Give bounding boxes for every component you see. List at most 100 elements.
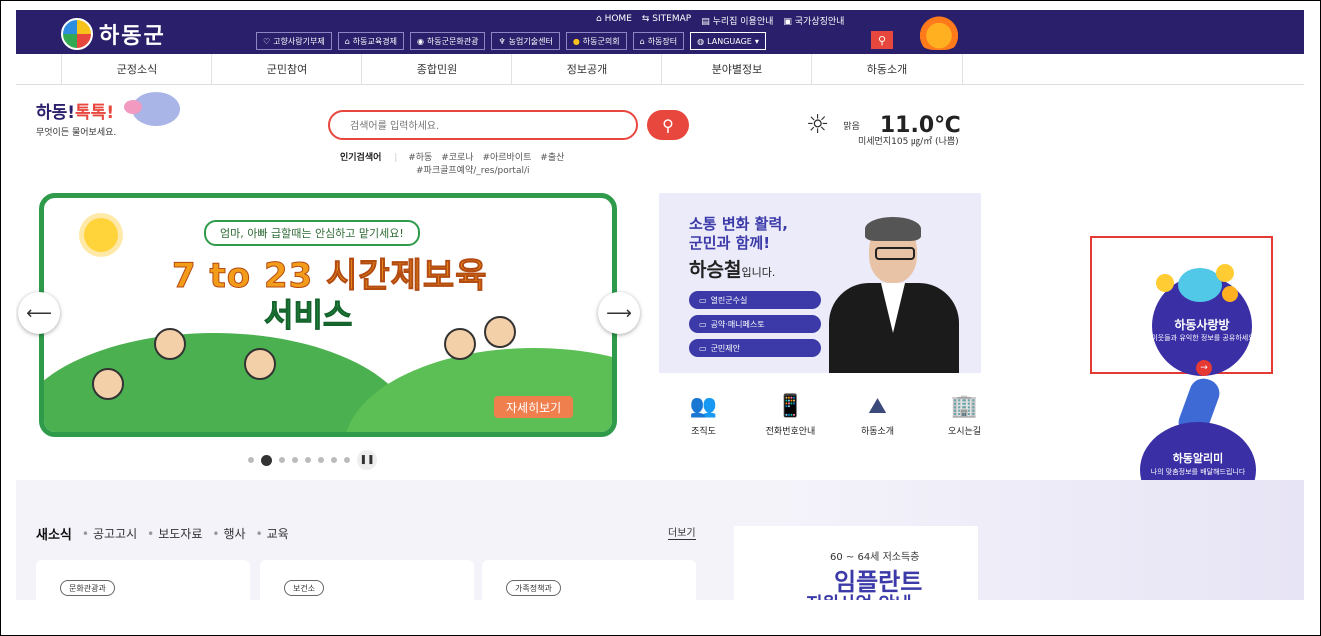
- news-card[interactable]: 보건소: [260, 560, 474, 600]
- department-badge: 보건소: [284, 580, 325, 596]
- logo-emblem-icon: [61, 18, 93, 50]
- alimi-subtitle: 나의 맞춤정보를 배달해드립니다: [1150, 468, 1246, 476]
- nav-item-news[interactable]: 군정소식: [61, 54, 212, 84]
- pagination-dot[interactable]: [248, 457, 254, 463]
- keyword-link[interactable]: #파크골프예약/_res/portal/i: [416, 163, 530, 176]
- pagination-dot[interactable]: [331, 457, 337, 463]
- pagination-dot[interactable]: [305, 457, 311, 463]
- banner-pagination: ❚❚: [248, 450, 377, 470]
- site-logo[interactable]: 하동군: [61, 18, 166, 50]
- keyword-link[interactable]: #하동: [408, 153, 432, 163]
- guide-link[interactable]: ▤ 누리집 이용안내: [701, 14, 773, 27]
- emoji-icon: [1222, 286, 1238, 302]
- tab-events[interactable]: 행사: [223, 525, 245, 542]
- popular-keywords: 인기검색어 | #하동 #코로나 #아르바이트 #출산: [340, 153, 565, 163]
- quick-link-council[interactable]: ● 하동군의회: [565, 32, 627, 50]
- nav-item-field-info[interactable]: 분야별정보: [661, 54, 812, 84]
- child-illustration: [92, 368, 124, 400]
- banner-title-2: 서비스: [263, 296, 353, 335]
- banner-subtitle: 60 ~ 64세 저소득층: [830, 552, 920, 563]
- pagination-dot-active[interactable]: [261, 454, 272, 466]
- directions-link[interactable]: 🏢 오시는길: [937, 394, 992, 437]
- keyword-link[interactable]: #코로나: [441, 153, 473, 163]
- mayor-slogan: 소통 변화 활력, 군민과 함께!: [689, 215, 788, 252]
- tab-news[interactable]: 새소식: [36, 524, 72, 543]
- tab-press[interactable]: 보도자료: [158, 525, 202, 542]
- implant-support-banner[interactable]: 60 ~ 64세 저소득층 임플란트 지원사업 안내: [734, 526, 978, 600]
- alimi-title: 하동알리미: [1172, 452, 1224, 465]
- banner-prev-button[interactable]: ⟵: [18, 292, 60, 334]
- main-navigation: 군정소식 군민참여 종합민원 정보공개 분야별정보 하동소개: [16, 54, 1304, 85]
- about-hadong-link[interactable]: ⛰ 하동소개: [850, 394, 905, 437]
- mayor-photo: [819, 217, 959, 373]
- nav-item-information[interactable]: 정보공개: [511, 54, 662, 84]
- talk-title: 하동!톡톡!: [36, 103, 115, 123]
- banner-more-button[interactable]: 자세히보기: [494, 396, 574, 418]
- weather-condition: 맑음: [843, 121, 860, 132]
- banner-title-2: 지원사업 안내: [806, 590, 912, 600]
- sarangbang-promo[interactable]: 하동사랑방 이웃들과 유익한 정보를 공유하세요 →: [1090, 236, 1273, 376]
- main-banner[interactable]: 엄마, 아빠 급할때는 안심하고 맡기세요! 7 to 23 시간제보육 서비스…: [39, 193, 617, 437]
- quick-link-hometown-donation[interactable]: ♡ 고향사랑기부제: [256, 32, 332, 50]
- child-illustration: [484, 316, 516, 348]
- org-chart-link[interactable]: 👥 조직도: [676, 394, 731, 437]
- tab-notices[interactable]: 공고고시: [93, 525, 137, 542]
- shop-icon: ⌂: [639, 36, 645, 46]
- quick-link-tourism[interactable]: ◉ 하동군문화관광: [409, 32, 486, 50]
- banner-tagline: 엄마, 아빠 급할때는 안심하고 맡기세요!: [204, 220, 420, 246]
- tab-education[interactable]: 교육: [267, 525, 289, 542]
- emoji-icon: [1216, 264, 1234, 282]
- phone-directory-link[interactable]: 📱 전화번호안내: [763, 394, 818, 437]
- child-illustration: [244, 348, 276, 380]
- mascot-logo: [916, 14, 962, 50]
- news-tabs: 새소식 • 공고고시 • 보도자료 • 행사 • 교육: [36, 524, 289, 544]
- arrow-right-icon[interactable]: →: [1196, 360, 1212, 376]
- sitemap-link[interactable]: ⇆ SITEMAP: [642, 14, 691, 27]
- pause-icon: ❚❚: [359, 455, 375, 465]
- nav-item-civil-service[interactable]: 종합민원: [361, 54, 512, 84]
- heart-icon: ♡: [263, 36, 271, 46]
- manifesto-button[interactable]: ▭ 공약·매니페스토: [689, 315, 821, 333]
- national-symbol-link[interactable]: ▣ 국가상징안내: [783, 14, 844, 27]
- weather-widget: ☼ 맑음 11.0℃ 미세먼지105 ㎍/㎥ (나쁨): [806, 110, 961, 147]
- globe-icon: ◍: [697, 36, 705, 46]
- quick-link-market[interactable]: ⌂ 하동장터: [632, 32, 685, 50]
- news-card[interactable]: 문화관광과: [36, 560, 250, 600]
- news-more-link[interactable]: 더보기: [668, 524, 696, 540]
- pause-button[interactable]: ❚❚: [357, 450, 377, 470]
- chat-icon: ▭: [699, 295, 707, 305]
- news-card[interactable]: 가족정책과: [482, 560, 696, 600]
- home-link[interactable]: ⌂ HOME: [596, 14, 632, 27]
- pagination-dot[interactable]: [292, 457, 298, 463]
- banner-next-button[interactable]: ⟶: [598, 292, 640, 334]
- utility-links: ⌂ HOME ⇆ SITEMAP ▤ 누리집 이용안내 ▣ 국가상징안내: [596, 14, 844, 27]
- nav-item-participation[interactable]: 군민참여: [211, 54, 362, 84]
- people-icon: 👥: [689, 394, 718, 419]
- chevron-down-icon: ▾: [754, 36, 759, 46]
- quick-link-agriculture[interactable]: ♆ 농업기술센터: [491, 32, 560, 50]
- search-input[interactable]: [348, 112, 622, 140]
- pagination-dot[interactable]: [318, 457, 324, 463]
- department-badge: 가족정책과: [506, 580, 561, 596]
- pagination-dot[interactable]: [279, 457, 285, 463]
- logo-text: 하동군: [99, 24, 166, 49]
- pagination-dot[interactable]: [344, 457, 350, 463]
- header-search-button[interactable]: ⚲: [871, 31, 893, 49]
- mayor-banner: 소통 변화 활력, 군민과 함께! 하승철입니다. ▭ 열린군수실 ▭ 공약·매니페스…: [659, 193, 981, 373]
- phone-icon: 📱: [776, 394, 805, 419]
- location-icon: ◉: [416, 36, 424, 46]
- quick-link-education[interactable]: ⌂ 하동교육경제: [337, 32, 404, 50]
- keyword-link[interactable]: #출산: [540, 153, 564, 163]
- sun-illustration-icon: [84, 218, 118, 252]
- arrow-left-icon: ⟵: [26, 302, 52, 324]
- emoji-icon: [1156, 274, 1174, 292]
- map-pin-icon: 🏢: [950, 394, 979, 419]
- proposal-button[interactable]: ▭ 군민제안: [689, 339, 821, 357]
- language-select[interactable]: ◍ LANGUAGE ▾: [690, 32, 766, 50]
- talk-talk-chatbot[interactable]: 하동!톡톡! 무엇이든 물어보세요.: [36, 92, 180, 138]
- keyword-link[interactable]: #아르바이트: [482, 153, 531, 163]
- open-office-button[interactable]: ▭ 열린군수실: [689, 291, 821, 309]
- nav-item-about[interactable]: 하동소개: [811, 54, 963, 84]
- chat-icon: ▭: [699, 319, 707, 329]
- search-button[interactable]: ⚲: [647, 110, 689, 140]
